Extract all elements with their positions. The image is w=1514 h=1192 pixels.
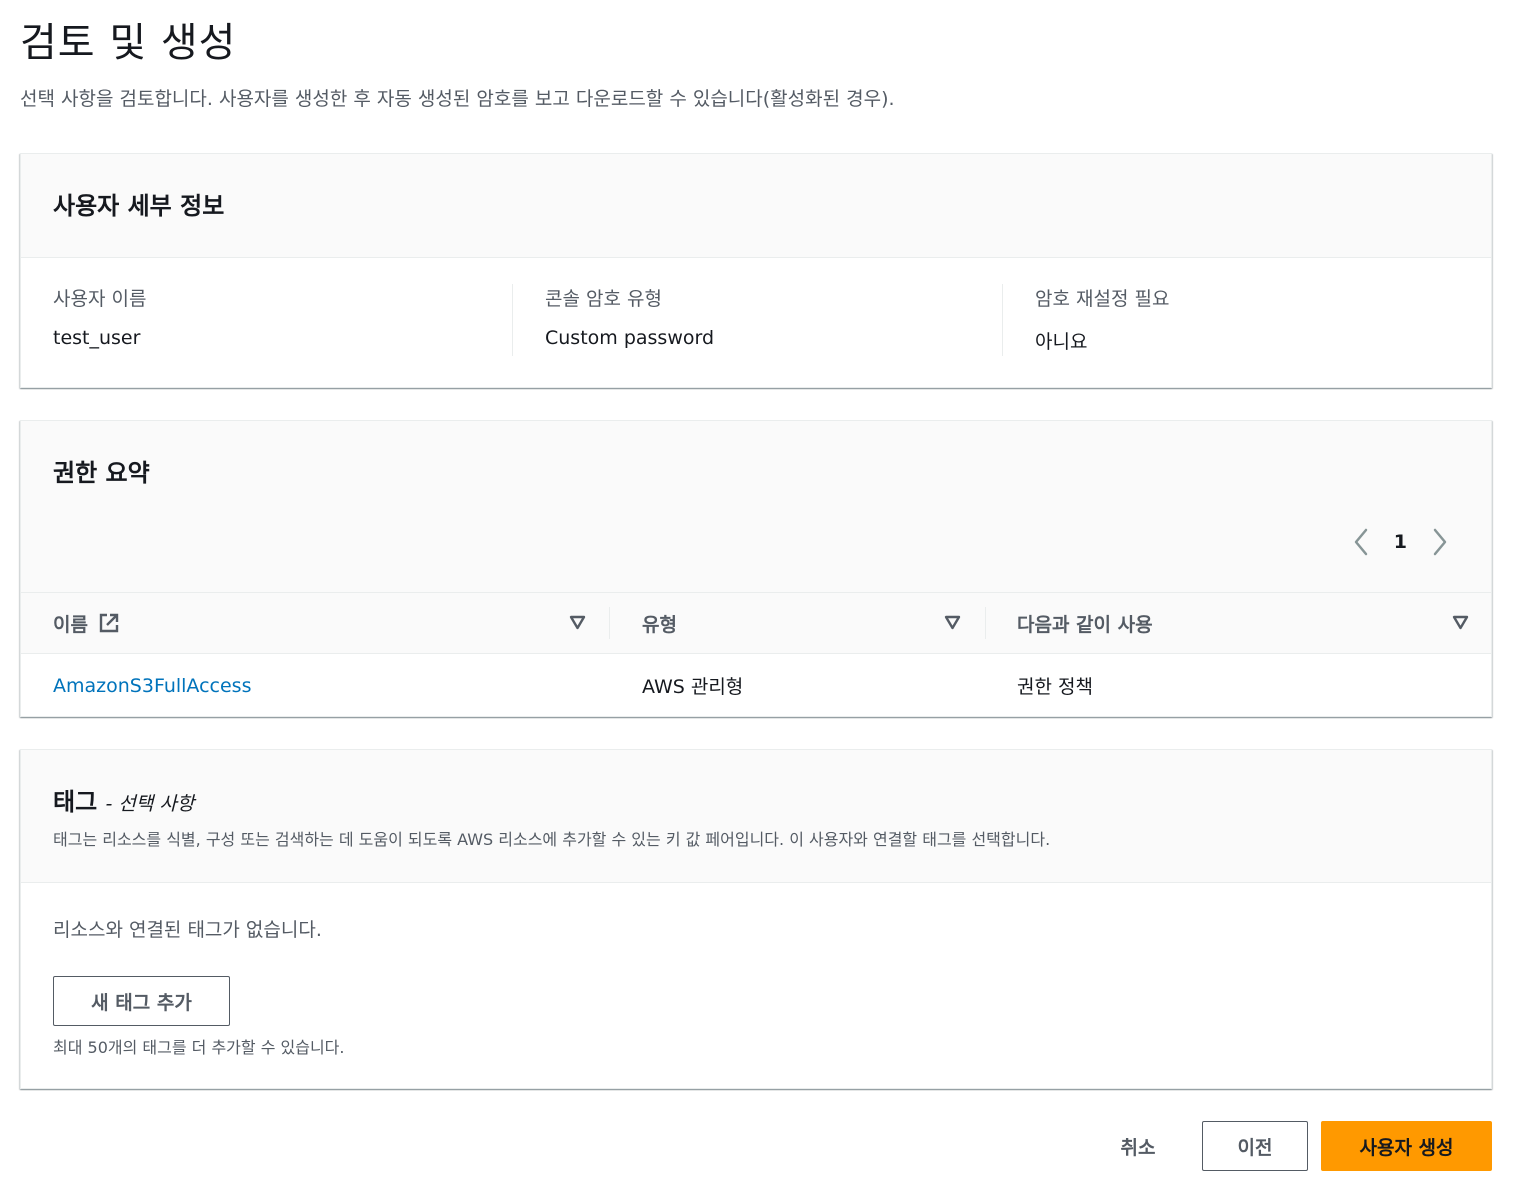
column-header-used-as[interactable]: 다음과 같이 사용 [1017,593,1153,653]
permissions-table-header: 이름 유형 다음과 같이 사용 [21,592,1491,654]
page-description: 선택 사항을 검토합니다. 사용자를 생성한 후 자동 생성된 암호를 보고 다… [20,88,895,110]
column-divider [985,607,986,639]
pagination: 1 [1350,525,1451,559]
password-reset-label: 암호 재설정 필요 [1035,288,1170,310]
sort-used-as-icon[interactable] [1452,615,1469,634]
table-row: AmazonS3FullAccess AWS 관리형 권한 정책 [21,654,1491,717]
policy-name-link[interactable]: AmazonS3FullAccess [53,654,251,717]
page-title: 검토 및 생성 [20,20,237,66]
sort-name-icon[interactable] [569,615,586,634]
user-details-title: 사용자 세부 정보 [53,192,225,220]
tags-title-label: 태그 [53,788,98,816]
column-type-label: 유형 [642,613,677,636]
tags-panel: 태그 - 선택 사항 태그는 리소스를 식별, 구성 또는 검색하는 데 도움이… [20,749,1492,1089]
policy-used-as-cell: 권한 정책 [1017,676,1093,698]
permissions-header: 권한 요약 1 [21,421,1491,592]
user-name-label: 사용자 이름 [53,288,147,310]
password-reset-field: 암호 재설정 필요 아니요 [1002,284,1462,356]
password-reset-value: 아니요 [1035,331,1088,353]
external-link-icon [98,612,120,634]
column-divider [609,607,610,639]
column-header-type[interactable]: 유형 [642,593,677,653]
policy-type-cell: AWS 관리형 [642,676,744,698]
add-tag-button[interactable]: 새 태그 추가 [53,976,230,1026]
chevron-left-icon[interactable] [1350,525,1372,559]
user-details-panel: 사용자 세부 정보 사용자 이름 test_user 콘솔 암호 유형 Cust… [20,153,1492,388]
column-used-as-label: 다음과 같이 사용 [1017,613,1153,636]
tag-limit-text: 최대 50개의 태그를 더 추가할 수 있습니다. [53,1038,345,1057]
sort-type-icon[interactable] [944,615,961,634]
cancel-button[interactable]: 취소 [1098,1121,1178,1171]
user-details-header: 사용자 세부 정보 [21,154,1491,258]
permissions-summary-panel: 권한 요약 1 이름 유형 다음과 같이 사용 AmazonS3FullAcce… [20,420,1492,717]
no-tags-text: 리소스와 연결된 태그가 없습니다. [53,919,322,941]
tags-title: 태그 - 선택 사항 [53,782,194,817]
console-password-type-value: Custom password [545,327,715,349]
create-user-button[interactable]: 사용자 생성 [1321,1121,1492,1171]
tags-description: 태그는 리소스를 식별, 구성 또는 검색하는 데 도움이 되도록 AWS 리소… [53,830,1051,849]
column-name-label: 이름 [53,613,88,636]
console-password-type-label: 콘솔 암호 유형 [545,288,662,310]
permissions-title: 권한 요약 [53,459,150,487]
user-name-value: test_user [53,327,141,349]
chevron-right-icon[interactable] [1429,525,1451,559]
console-password-type-field: 콘솔 암호 유형 Custom password [512,284,1002,356]
tags-title-optional: - 선택 사항 [105,793,195,815]
previous-button[interactable]: 이전 [1202,1121,1308,1171]
column-header-name[interactable]: 이름 [53,593,120,653]
current-page-number[interactable]: 1 [1394,531,1407,553]
tags-header: 태그 - 선택 사항 태그는 리소스를 식별, 구성 또는 검색하는 데 도움이… [21,750,1491,883]
user-name-field: 사용자 이름 test_user [53,284,513,356]
